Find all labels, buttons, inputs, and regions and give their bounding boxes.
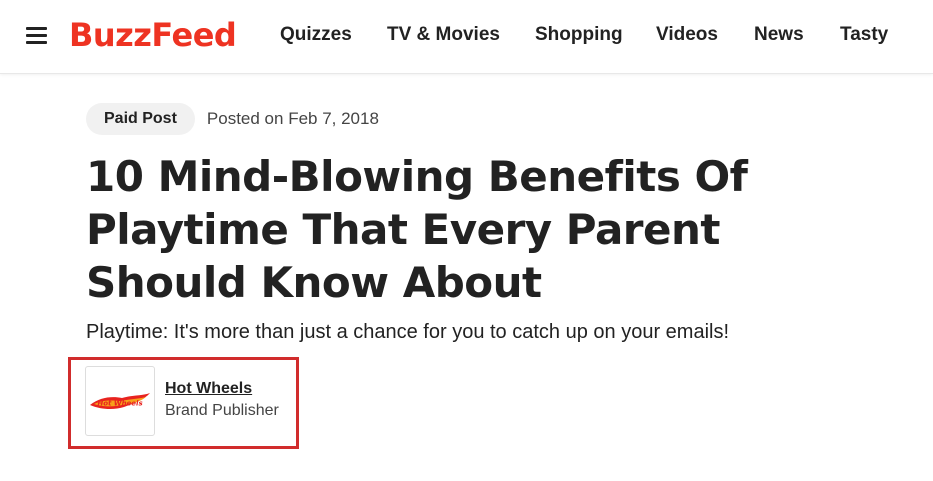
article-subtitle: Playtime: It's more than just a chance f… bbox=[86, 321, 730, 343]
buzzfeed-logo[interactable]: BuzzFeed bbox=[69, 13, 237, 57]
nav-videos[interactable]: Videos bbox=[656, 22, 718, 48]
svg-text:Hot Wheels: Hot Wheels bbox=[97, 400, 142, 408]
nav-quizzes[interactable]: Quizzes bbox=[280, 22, 352, 48]
posted-date: Posted on Feb 7, 2018 bbox=[206, 109, 379, 128]
nav-tasty[interactable]: Tasty bbox=[840, 22, 888, 48]
nav-shopping[interactable]: Shopping bbox=[535, 22, 623, 48]
publisher-name-link[interactable]: Hot Wheels bbox=[165, 380, 252, 398]
nav-tv-movies[interactable]: TV & Movies bbox=[387, 22, 500, 48]
menu-icon[interactable] bbox=[26, 27, 47, 44]
flame-logo-icon: Hot Wheels bbox=[90, 393, 150, 410]
site-header: BuzzFeed Quizzes TV & Movies Shopping Vi… bbox=[0, 0, 933, 74]
publisher-role: Brand Publisher bbox=[165, 402, 279, 419]
hot-wheels-logo[interactable]: Hot Wheels bbox=[85, 366, 155, 436]
nav-news[interactable]: News bbox=[754, 22, 804, 48]
article-title: 10 Mind-Blowing Benefits Of Playtime Tha… bbox=[86, 152, 748, 307]
paid-post-badge: Paid Post bbox=[86, 103, 195, 135]
article-meta: Paid Post Posted on Feb 7, 2018 bbox=[86, 103, 379, 135]
